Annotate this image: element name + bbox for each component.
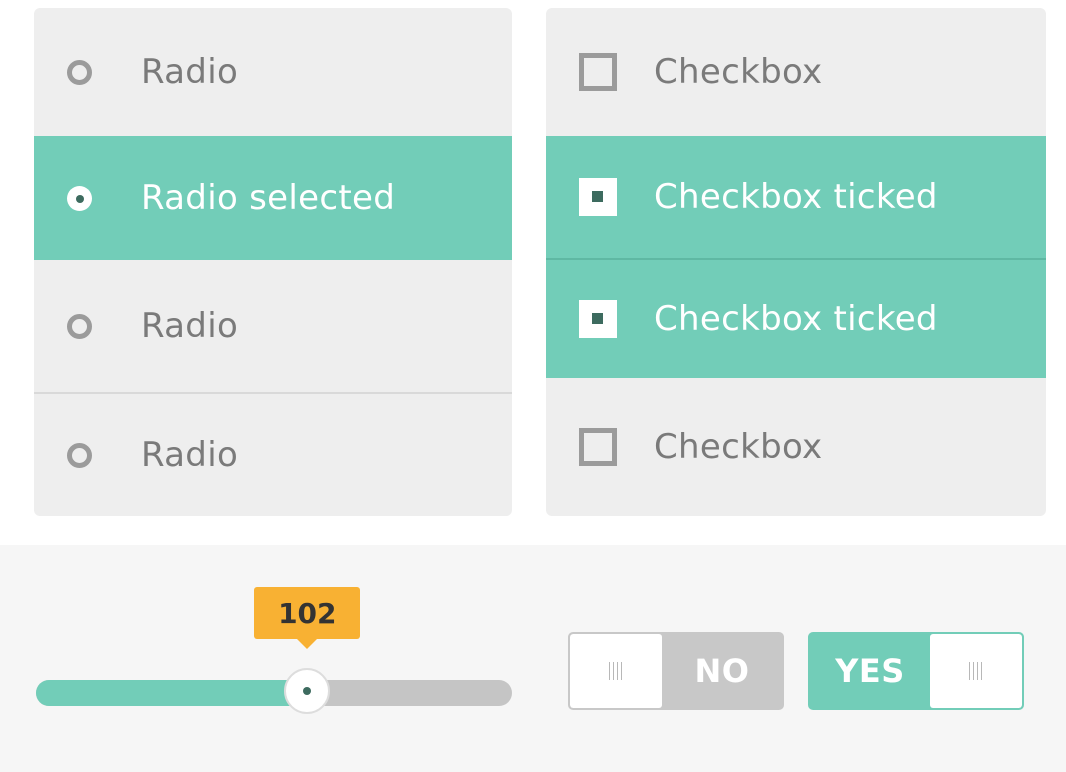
radio-unchecked-icon bbox=[67, 313, 92, 339]
radio-label: Radio selected bbox=[141, 178, 396, 218]
checkbox-label: Checkbox bbox=[654, 52, 823, 92]
checkbox-option-4[interactable]: Checkbox bbox=[546, 378, 1046, 516]
radio-group: Radio Radio selected Radio Radio bbox=[34, 8, 512, 516]
radio-label: Radio bbox=[141, 306, 239, 346]
slider-thumb[interactable] bbox=[284, 668, 331, 714]
radio-option-3[interactable]: Radio bbox=[34, 260, 512, 392]
slider-track[interactable] bbox=[36, 680, 512, 706]
toggle-knob[interactable] bbox=[570, 634, 662, 708]
checkbox-option-3[interactable]: Checkbox ticked bbox=[546, 260, 1046, 378]
radio-option-2[interactable]: Radio selected bbox=[34, 136, 512, 260]
toggle-no[interactable]: NO bbox=[568, 632, 784, 710]
checkbox-label: Checkbox ticked bbox=[654, 299, 938, 339]
checkbox-label: Checkbox bbox=[654, 427, 823, 467]
radio-option-4[interactable]: Radio bbox=[34, 394, 512, 516]
toggle-knob[interactable] bbox=[930, 634, 1022, 708]
slider-value: 102 bbox=[278, 596, 337, 630]
radio-label: Radio bbox=[141, 435, 239, 475]
checkbox-checked-icon bbox=[579, 300, 617, 338]
checkbox-group: Checkbox Checkbox ticked Checkbox ticked… bbox=[546, 8, 1046, 516]
radio-checked-icon bbox=[67, 185, 92, 211]
grip-icon bbox=[609, 662, 623, 680]
grip-icon bbox=[969, 662, 983, 680]
checkbox-unchecked-icon bbox=[579, 428, 617, 466]
checkbox-label: Checkbox ticked bbox=[654, 177, 938, 217]
checkbox-option-1[interactable]: Checkbox bbox=[546, 8, 1046, 136]
radio-label: Radio bbox=[141, 52, 239, 92]
checkbox-checked-icon bbox=[579, 178, 617, 216]
slider-fill bbox=[36, 680, 308, 706]
checkbox-unchecked-icon bbox=[579, 53, 617, 91]
toggle-label: YES bbox=[835, 652, 905, 690]
slider-value-tooltip: 102 bbox=[254, 587, 361, 649]
radio-option-1[interactable]: Radio bbox=[34, 8, 512, 136]
checkbox-option-2[interactable]: Checkbox ticked bbox=[546, 136, 1046, 258]
toggle-label: NO bbox=[694, 652, 750, 690]
radio-unchecked-icon bbox=[67, 442, 92, 468]
radio-unchecked-icon bbox=[67, 59, 92, 85]
toggle-yes[interactable]: YES bbox=[808, 632, 1024, 710]
